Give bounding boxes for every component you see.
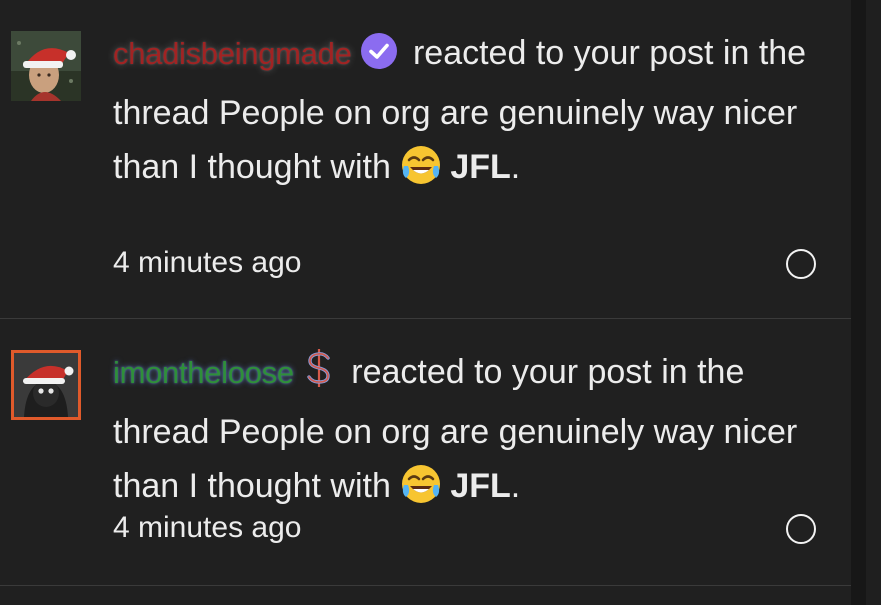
username-link[interactable]: chadisbeingmade — [113, 36, 352, 71]
crying-laughing-emoji-icon — [400, 463, 442, 521]
alert-item[interactable]: imontheloose reacted to your post in the… — [0, 319, 866, 586]
alert-text: chadisbeingmade reacted to your post in … — [113, 26, 813, 202]
verified-check-icon — [360, 32, 398, 86]
alerts-list: chadisbeingmade reacted to your post in … — [0, 0, 866, 605]
santa-hat-avatar — [11, 31, 81, 101]
trailing-punctuation: . — [510, 467, 521, 505]
avatar[interactable] — [11, 31, 81, 101]
timestamp: 4 minutes ago — [113, 246, 302, 279]
reaction-name: JFL — [450, 148, 511, 186]
scrollbar-track[interactable] — [851, 0, 866, 605]
timestamp: 4 minutes ago — [113, 511, 302, 544]
santa-hat-avatar — [14, 353, 78, 417]
mark-read-toggle[interactable] — [786, 514, 816, 544]
dollar-sign-icon — [302, 347, 336, 405]
trailing-punctuation: . — [510, 148, 521, 186]
reaction-name: JFL — [450, 467, 511, 505]
username-link[interactable]: imontheloose — [113, 355, 294, 390]
alert-item[interactable]: chadisbeingmade reacted to your post in … — [0, 0, 866, 319]
avatar[interactable] — [11, 350, 81, 420]
mark-read-toggle[interactable] — [786, 249, 816, 279]
alert-text: imontheloose reacted to your post in the… — [113, 345, 813, 521]
crying-laughing-emoji-icon — [400, 144, 442, 202]
